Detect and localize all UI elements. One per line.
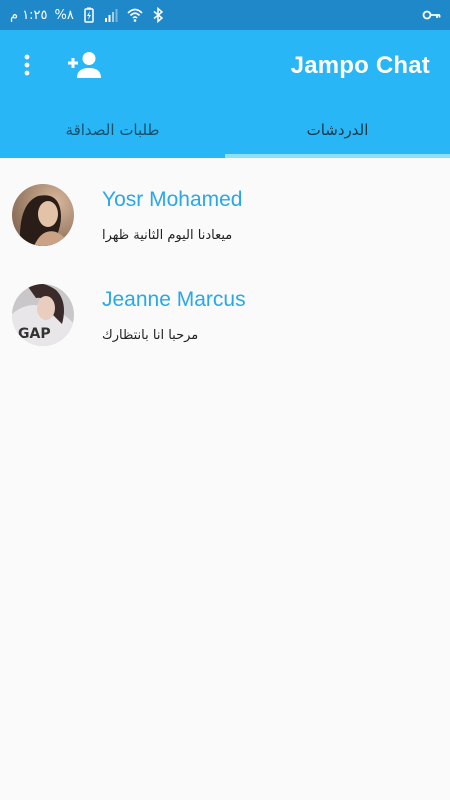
bluetooth-icon xyxy=(150,6,166,24)
wifi-icon xyxy=(127,7,143,23)
status-right-group xyxy=(422,0,442,30)
signal-icon xyxy=(104,7,120,23)
status-time: ١:٢٥ م xyxy=(10,7,48,23)
key-icon xyxy=(422,7,442,23)
status-battery-percent: %٨ xyxy=(54,7,74,23)
chat-last-message: ميعادنا اليوم الثانية ظهرا xyxy=(102,228,233,243)
chat-list: Yosr Mohamed ميعادنا اليوم الثانية ظهرا … xyxy=(0,168,450,368)
tab-chats-label: الدردشات xyxy=(306,121,369,139)
app-title: Jampo Chat xyxy=(290,52,430,79)
app-bar: Jampo Chat الدردشات طلبات الصداقة xyxy=(0,30,450,158)
battery-icon xyxy=(81,7,97,23)
svg-text:GAP: GAP xyxy=(18,326,51,342)
chat-list-item[interactable]: GAP Jeanne Marcus مرحبا انا بانتظارك xyxy=(0,268,450,368)
tab-friend-requests-label: طلبات الصداقة xyxy=(65,121,160,139)
tab-friend-requests[interactable]: طلبات الصداقة xyxy=(0,102,225,158)
person-add-icon[interactable] xyxy=(66,50,104,80)
avatar xyxy=(12,184,74,246)
chat-list-item[interactable]: Yosr Mohamed ميعادنا اليوم الثانية ظهرا xyxy=(0,168,450,268)
avatar: GAP xyxy=(12,284,74,346)
tab-chats[interactable]: الدردشات xyxy=(225,102,450,158)
chat-last-message: مرحبا انا بانتظارك xyxy=(102,328,199,343)
tab-bar: الدردشات طلبات الصداقة xyxy=(0,102,450,158)
more-vert-icon[interactable] xyxy=(14,52,40,78)
status-left-group: ١:٢٥ م %٨ xyxy=(10,0,166,30)
status-bar: ١:٢٥ م %٨ xyxy=(0,0,450,30)
chat-name: Jeanne Marcus xyxy=(102,288,246,311)
chat-name: Yosr Mohamed xyxy=(102,188,243,211)
